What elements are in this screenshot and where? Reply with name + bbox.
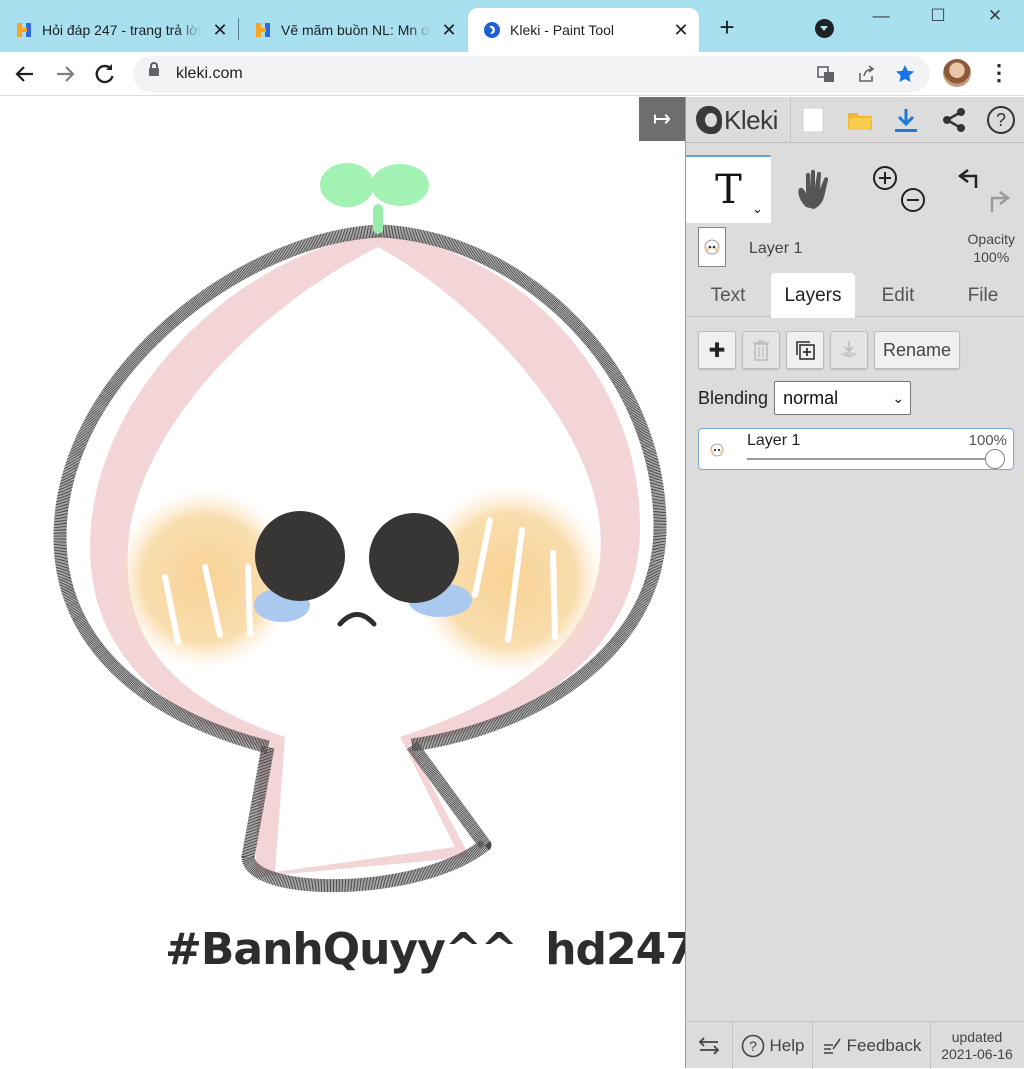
- download-icon[interactable]: [890, 104, 922, 136]
- updated-date: 2021-06-16: [941, 1045, 1013, 1062]
- help-glyph: ?: [996, 110, 1006, 130]
- layer-opacity-slider[interactable]: [747, 458, 997, 460]
- close-tab-icon[interactable]: ✕: [437, 18, 461, 42]
- open-folder-icon[interactable]: [844, 104, 876, 136]
- tab-file[interactable]: File: [941, 273, 1024, 318]
- undo-redo-icon: [957, 169, 1010, 212]
- merge-down-icon: [840, 341, 858, 358]
- window-close-icon[interactable]: ✕: [975, 4, 1015, 28]
- browser-tab[interactable]: Hỏi đáp 247 - trang trả lời ✕: [0, 8, 238, 52]
- kleki-sidebar: Kleki ? T ⌄ Layer 1 Opacity 100% Text La…: [685, 97, 1024, 1069]
- forward-arrow-icon[interactable]: [51, 60, 79, 88]
- kleki-footer: ? Help Feedback updated 2021-06-16: [686, 1021, 1024, 1069]
- feedback-button[interactable]: Feedback: [813, 1022, 931, 1069]
- kleki-top-bar: Kleki ?: [686, 97, 1024, 143]
- layer-name: Layer 1: [747, 432, 801, 449]
- kleki-icon: [484, 22, 500, 38]
- tab-title: Vẽ mãm buồn NL: Mn ơi: [281, 22, 431, 38]
- tab-title: Hỏi đáp 247 - trang trả lời: [42, 22, 202, 38]
- maximize-icon[interactable]: ☐: [918, 4, 958, 28]
- help-label: Help: [769, 1035, 805, 1055]
- browser-toolbar: kleki.com ⋮: [0, 52, 1024, 96]
- url-text: kleki.com: [176, 65, 243, 82]
- layer-list-item[interactable]: Layer 1 100%: [698, 428, 1014, 470]
- chevron-down-icon: ⌄: [892, 390, 905, 406]
- duplicate-icon: [796, 341, 815, 360]
- drawing-canvas[interactable]: #BanhQuyy^^ hd247 ↦: [0, 97, 685, 1068]
- help-circle-glyph: ?: [749, 1038, 757, 1054]
- hoidap247-icon: [256, 23, 270, 37]
- share-page-icon[interactable]: [856, 64, 876, 84]
- address-bar[interactable]: kleki.com: [133, 56, 930, 92]
- rename-layer-button[interactable]: Rename: [874, 331, 960, 369]
- blending-mode-value: normal: [783, 388, 839, 408]
- feedback-label: Feedback: [846, 1035, 922, 1055]
- collapse-sidebar-button[interactable]: ↦: [639, 97, 685, 141]
- kleki-logo-mark: [696, 106, 722, 134]
- share-icon[interactable]: [938, 104, 970, 136]
- back-arrow-icon[interactable]: [11, 60, 39, 88]
- merge-layer-button[interactable]: [830, 331, 868, 369]
- hand-tool-button[interactable]: [771, 155, 856, 223]
- blending-row: Blending normal ⌄: [698, 381, 912, 415]
- translate-icon[interactable]: [816, 64, 836, 84]
- layer-opacity-slider-handle[interactable]: [985, 449, 1005, 469]
- lock-icon[interactable]: [149, 62, 159, 76]
- canvas-caption-text: #BanhQuyy^^ hd247: [165, 924, 685, 975]
- layer-opacity-readout: Opacity 100%: [968, 230, 1015, 266]
- zoom-in-out-icon: [872, 166, 925, 212]
- chevron-down-icon[interactable]: ⌄: [752, 201, 763, 217]
- updated-info: updated 2021-06-16: [931, 1022, 1023, 1069]
- add-layer-button[interactable]: ✚: [698, 331, 736, 369]
- delete-layer-button[interactable]: [742, 331, 780, 369]
- opacity-value: 100%: [973, 249, 1010, 265]
- tool-row: T ⌄: [686, 155, 1024, 223]
- text-tool-button[interactable]: T ⌄: [686, 155, 771, 223]
- blending-mode-select[interactable]: normal ⌄: [774, 381, 912, 415]
- zoom-tool-button[interactable]: [856, 155, 941, 223]
- browser-tab[interactable]: Vẽ mãm buồn NL: Mn ơi ✕: [239, 8, 467, 52]
- kleki-logo[interactable]: Kleki: [696, 104, 778, 136]
- undo-redo-buttons[interactable]: [941, 155, 1024, 223]
- hand-icon: [797, 169, 828, 209]
- close-tab-icon[interactable]: ✕: [669, 18, 693, 42]
- tab-text[interactable]: Text: [686, 273, 770, 318]
- swap-arrows-icon: [698, 1036, 720, 1055]
- hoidap247-icon: [17, 23, 31, 37]
- tab-search-icon[interactable]: [815, 19, 834, 38]
- kleki-logo-text: Kleki: [724, 104, 778, 135]
- help-icon[interactable]: ?: [985, 104, 1017, 136]
- browser-tab-bar: Hỏi đáp 247 - trang trả lời ✕ Vẽ mãm buồ…: [0, 0, 1024, 52]
- panel-tabs: Text Layers Edit File: [686, 273, 1024, 318]
- layer-thumbnail: [706, 435, 728, 465]
- profile-avatar[interactable]: [943, 59, 971, 87]
- close-tab-icon[interactable]: ✕: [208, 18, 232, 42]
- current-layer-info: Layer 1 Opacity 100%: [686, 223, 1024, 271]
- tab-title: Kleki - Paint Tool: [510, 22, 615, 38]
- updated-label: updated: [951, 1028, 1003, 1045]
- help-circle-icon: ?: [741, 1034, 764, 1057]
- blending-label: Blending: [698, 387, 769, 408]
- text-tool-icon: T: [715, 167, 742, 213]
- swap-side-button[interactable]: [686, 1022, 733, 1069]
- divider: [790, 97, 791, 143]
- tab-edit[interactable]: Edit: [856, 273, 940, 318]
- layer-opacity: 100%: [968, 432, 1007, 449]
- reload-icon[interactable]: [91, 60, 119, 88]
- browser-tab-active[interactable]: Kleki - Paint Tool ✕: [468, 8, 699, 52]
- layer-thumbnail: [698, 227, 726, 267]
- new-tab-button[interactable]: +: [713, 14, 741, 42]
- current-layer-name: Layer 1: [749, 240, 803, 257]
- minimize-icon[interactable]: —: [861, 4, 901, 28]
- help-button[interactable]: ? Help: [733, 1022, 813, 1069]
- duplicate-layer-button[interactable]: [786, 331, 824, 369]
- browser-menu-icon[interactable]: ⋮: [988, 60, 1010, 88]
- tab-layers[interactable]: Layers: [771, 273, 855, 318]
- trash-icon: [753, 340, 769, 361]
- bookmark-star-icon[interactable]: [895, 64, 915, 84]
- new-image-icon[interactable]: [797, 104, 829, 136]
- opacity-label: Opacity: [967, 231, 1015, 247]
- feedback-pencil-icon: [823, 1038, 841, 1054]
- canvas-artwork: [53, 163, 667, 893]
